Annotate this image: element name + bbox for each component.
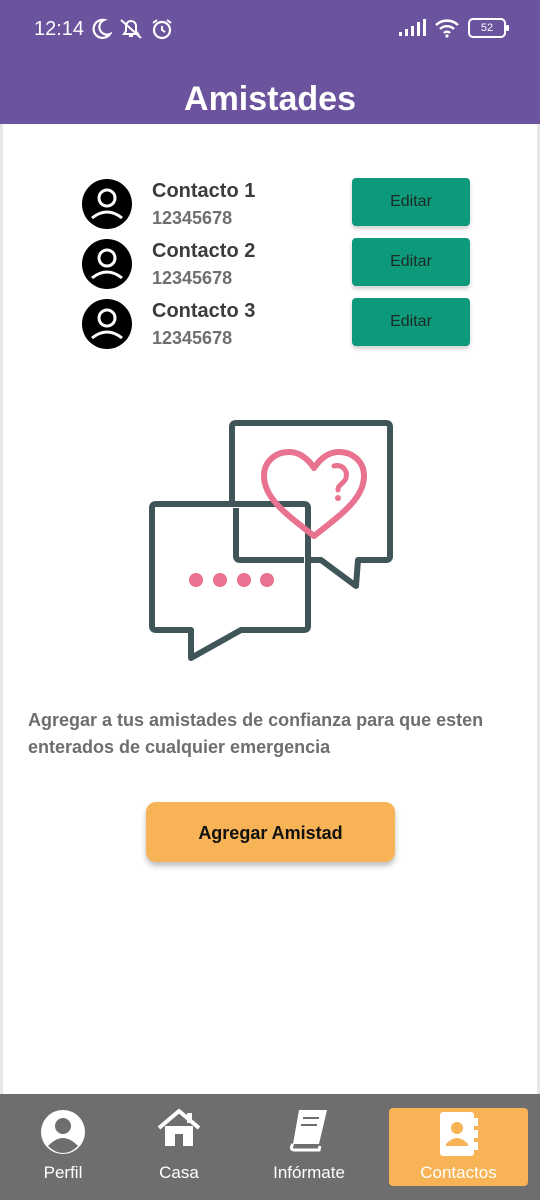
signal-icon [399, 19, 426, 36]
alarm-clock-icon [152, 19, 172, 40]
person-icon [41, 1110, 85, 1154]
nav-item-casa[interactable]: Casa [126, 1094, 232, 1200]
edit-button[interactable]: Editar [352, 238, 470, 286]
moon-icon [92, 18, 112, 39]
contact-name: Contacto 3 [152, 300, 256, 322]
contact-row: Contacto 3 12345678 Editar [81, 298, 481, 354]
battery-icon: 52 [468, 18, 509, 38]
chat-heart-illustration [149, 420, 393, 661]
avatar-icon [82, 179, 132, 229]
status-icons-left [90, 17, 174, 41]
book-icon [289, 1110, 327, 1152]
contact-row: Contacto 2 12345678 Editar [81, 238, 481, 294]
bottom-navigation: Perfil Casa Infórmate Contactos [0, 1094, 540, 1200]
silent-bell-icon [120, 19, 142, 39]
wifi-icon [435, 19, 459, 38]
contact-phone: 12345678 [152, 328, 233, 348]
nav-label: Infórmate [273, 1163, 345, 1182]
contact-name: Contacto 1 [152, 180, 256, 202]
nav-label: Perfil [43, 1163, 83, 1182]
nav-label: Casa [159, 1163, 199, 1182]
nav-item-contactos[interactable]: Contactos [389, 1108, 528, 1186]
avatar-icon [82, 299, 132, 349]
contact-phone: 12345678 [152, 208, 233, 228]
edit-button[interactable]: Editar [352, 298, 470, 346]
home-icon [157, 1109, 201, 1146]
status-bar: 12:14 52 [0, 0, 540, 62]
add-friend-button[interactable]: Agregar Amistad [146, 802, 395, 862]
contact-row: Contacto 1 12345678 Editar [81, 178, 481, 234]
contacts-book-icon [439, 1112, 478, 1156]
edit-button[interactable]: Editar [352, 178, 470, 226]
status-icons-right: 52 [398, 18, 509, 38]
nav-label: Contactos [420, 1163, 497, 1182]
page-title: Amistades [184, 80, 356, 118]
avatar-icon [82, 239, 132, 289]
nav-item-informate[interactable]: Infórmate [256, 1094, 362, 1200]
contact-name: Contacto 2 [152, 240, 256, 262]
nav-item-perfil[interactable]: Perfil [10, 1094, 116, 1200]
status-time: 12:14 [34, 18, 85, 40]
description-text: Agregar a tus amistades de confianza par… [28, 710, 484, 757]
contact-phone: 12345678 [152, 268, 233, 288]
